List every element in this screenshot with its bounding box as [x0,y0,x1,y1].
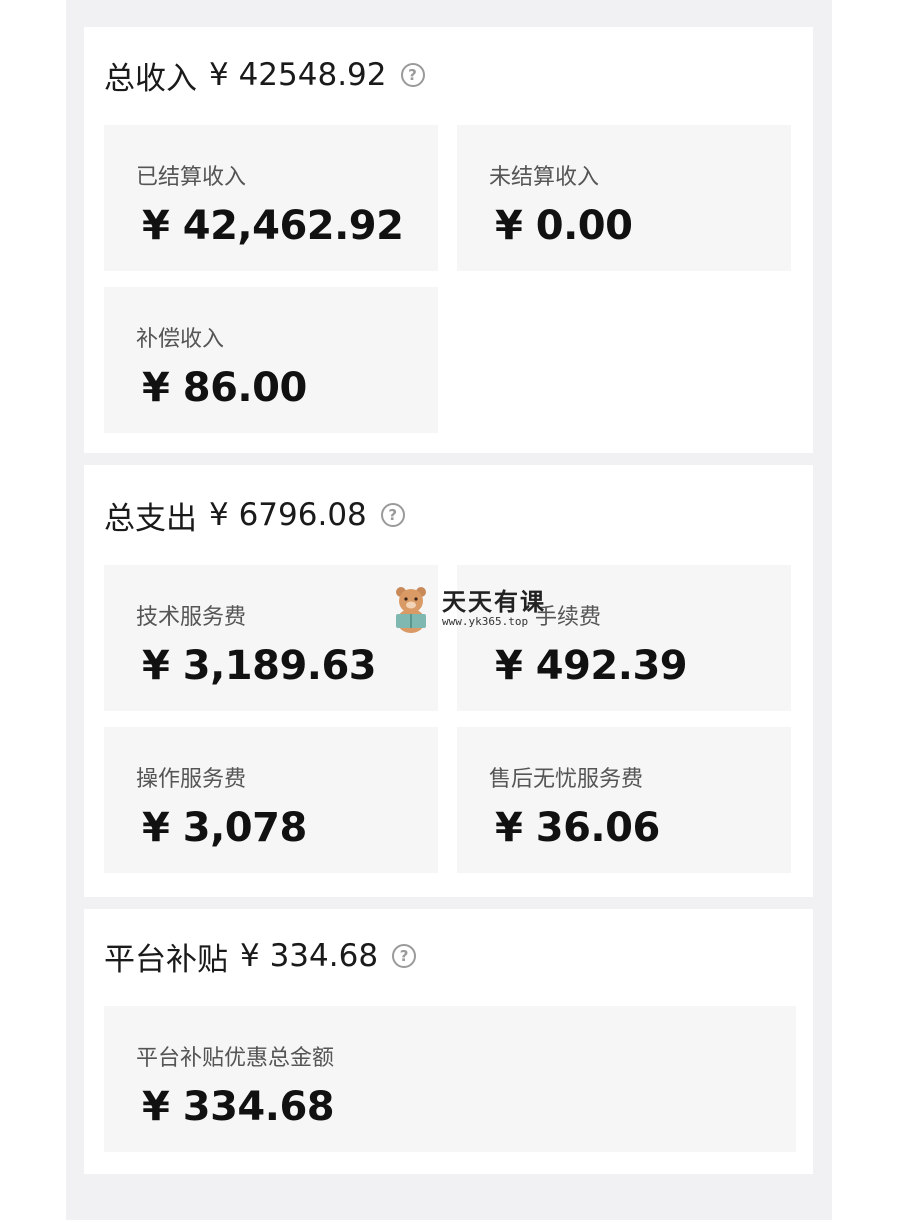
operation-service-fee-value: ¥ 3,078 [142,805,307,851]
subsidy-total: ¥ 334.68 [240,938,379,974]
settled-income-value: ¥ 42,462.92 [142,203,404,249]
watermark: 天天有课 www.yk365.top [388,584,558,634]
subsidy-title: 平台补贴 [104,941,228,978]
subsidy-discount-value: ¥ 334.68 [142,1084,335,1130]
unsettled-income-value: ¥ 0.00 [495,203,633,249]
unsettled-income-label: 未结算收入 [489,165,600,190]
subsidy-card: 平台补贴 ¥ 334.68 ? 平台补贴优惠总金额 ¥ 334.68 [84,909,813,1174]
compensation-income-value: ¥ 86.00 [142,365,307,411]
watermark-url: www.yk365.top [442,615,529,628]
subsidy-header: 平台补贴 ¥ 334.68 ? [104,936,417,978]
subsidy-discount-tile: 平台补贴优惠总金额 ¥ 334.68 [104,1006,796,1152]
expense-total: ¥ 6796.08 [209,497,367,533]
watermark-title: 天天有课 [442,588,546,616]
help-icon[interactable]: ? [392,944,417,968]
settled-income-label: 已结算收入 [136,165,247,190]
handling-fee-value: ¥ 492.39 [495,643,688,689]
expense-title: 总支出 [104,500,197,537]
income-card: 总收入 ¥ 42548.92 ? 已结算收入 ¥ 42,462.92 未结算收入… [84,27,813,453]
expense-header: 总支出 ¥ 6796.08 ? [104,495,405,537]
tech-service-fee-value: ¥ 3,189.63 [142,643,377,689]
income-total: ¥ 42548.92 [209,57,387,93]
aftersale-service-fee-tile: 售后无忧服务费 ¥ 36.06 [457,727,791,873]
aftersale-service-fee-value: ¥ 36.06 [495,805,660,851]
help-icon[interactable]: ? [400,63,425,87]
tech-service-fee-label: 技术服务费 [136,605,247,630]
compensation-income-tile: 补偿收入 ¥ 86.00 [104,287,438,433]
expense-card: 总支出 ¥ 6796.08 ? 技术服务费 ¥ 3,189.63 手续费 ¥ 4… [84,465,813,897]
unsettled-income-tile: 未结算收入 ¥ 0.00 [457,125,791,271]
income-title: 总收入 [104,60,197,97]
compensation-income-label: 补偿收入 [136,327,225,352]
aftersale-service-fee-label: 售后无忧服务费 [489,767,644,792]
bear-logo-icon [396,587,426,633]
operation-service-fee-tile: 操作服务费 ¥ 3,078 [104,727,438,873]
subsidy-discount-label: 平台补贴优惠总金额 [136,1046,335,1071]
operation-service-fee-label: 操作服务费 [136,767,247,792]
help-icon[interactable]: ? [380,503,405,527]
settled-income-tile: 已结算收入 ¥ 42,462.92 [104,125,438,271]
income-header: 总收入 ¥ 42548.92 ? [104,55,425,97]
